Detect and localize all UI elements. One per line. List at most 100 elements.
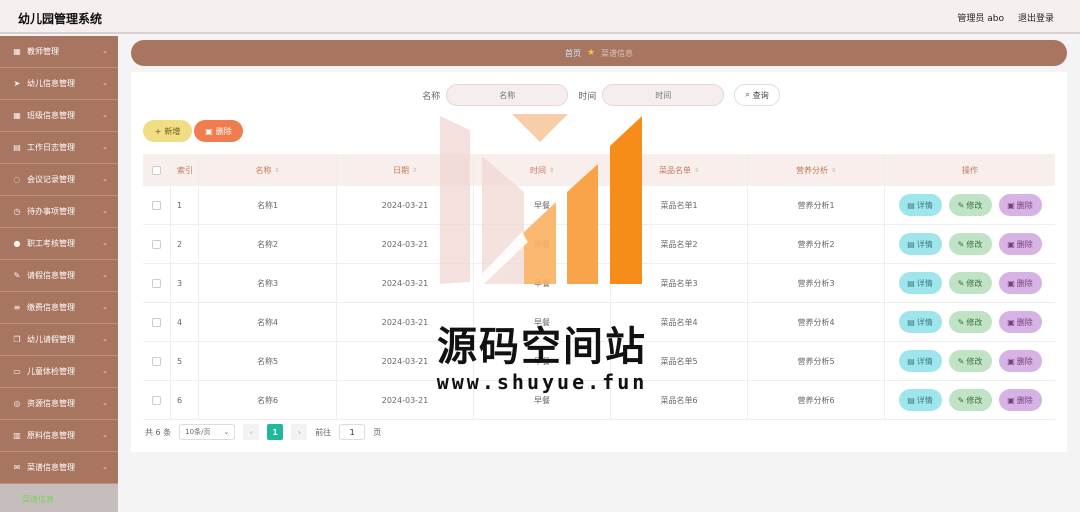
goto-page-input[interactable] xyxy=(339,424,366,440)
delete-button[interactable]: ▣ 删除 xyxy=(998,389,1042,411)
sidebar-item[interactable]: ◷ 待办事项管理 ⌄ xyxy=(0,196,118,228)
detail-button[interactable]: ▤ 详情 xyxy=(898,272,942,294)
edit-button[interactable]: ✎ 修改 xyxy=(948,233,992,255)
sidebar-item[interactable]: ❐ 幼儿请假管理 ⌄ xyxy=(0,324,118,356)
sidebar-item[interactable]: ▤ 工作日志管理 ⌄ xyxy=(0,132,118,164)
header-nutrition[interactable]: 营养分析 ⇕ xyxy=(748,154,885,186)
sidebar-item[interactable]: ● 职工考核管理 ⌄ xyxy=(0,228,118,260)
header-name[interactable]: 名称 ⇕ xyxy=(199,154,337,186)
row-checkbox[interactable] xyxy=(152,317,161,327)
trash-icon: ▣ xyxy=(205,126,213,136)
doc-icon: ▤ xyxy=(907,395,915,405)
detail-button[interactable]: ▤ 详情 xyxy=(898,311,942,333)
header-date[interactable]: 日期 ⇕ xyxy=(337,154,474,186)
name-search-input[interactable] xyxy=(446,84,569,106)
sidebar-item[interactable]: ▥ 原料信息管理 ⌄ xyxy=(0,420,118,452)
cell-menu: 菜品名单3 xyxy=(611,264,748,302)
cell-index: 4 xyxy=(171,303,199,341)
query-button-label: 查询 xyxy=(752,90,769,100)
sidebar-item[interactable]: ≡ 缴费信息管理 ⌄ xyxy=(0,292,118,324)
delete-button[interactable]: ▣ 删除 xyxy=(998,350,1042,372)
grid-icon: ▦ xyxy=(13,111,21,120)
cell-ops: ▤ 详情 ✎ 修改 ▣ 删除 xyxy=(885,303,1055,341)
name-label: 名称 xyxy=(422,91,441,102)
page-size-select[interactable]: 10条/页 ⌄ xyxy=(179,424,236,440)
mail-icon: ✉ xyxy=(13,463,21,472)
query-button[interactable]: ⌕ 查询 xyxy=(734,84,780,106)
cell-menu: 菜品名单2 xyxy=(611,225,748,263)
row-select-cell xyxy=(143,186,171,224)
edit-button[interactable]: ✎ 修改 xyxy=(948,350,992,372)
row-checkbox[interactable] xyxy=(152,356,161,366)
header-time[interactable]: 时间 ⇕ xyxy=(474,154,611,186)
detail-button[interactable]: ▤ 详情 xyxy=(898,233,942,255)
table-row: 1 名称1 2024-03-21 早餐 菜品名单1 营养分析1 ▤ 详情 ✎ 修改 ▣ 删除 xyxy=(143,186,1055,225)
header-menu[interactable]: 菜品名单 ⇕ xyxy=(611,154,748,186)
doc-icon: ▤ xyxy=(907,356,915,366)
add-button[interactable]: + 新增 xyxy=(143,120,192,142)
cell-nutrition: 营养分析3 xyxy=(748,264,885,302)
edit-button[interactable]: ✎ 修改 xyxy=(948,272,992,294)
prev-page-button[interactable]: ‹ xyxy=(243,424,260,440)
edit-button[interactable]: ✎ 修改 xyxy=(948,194,992,216)
cell-nutrition: 营养分析4 xyxy=(748,303,885,341)
cell-index: 5 xyxy=(171,342,199,380)
select-all-cell xyxy=(143,154,171,186)
delete-button[interactable]: ▣ 删除 xyxy=(998,272,1042,294)
plus-icon: + xyxy=(154,126,162,136)
select-all-checkbox[interactable] xyxy=(152,165,161,175)
batch-delete-button[interactable]: ▣ 删除 xyxy=(194,120,243,142)
sidebar-item[interactable]: ✎ 请假信息管理 ⌄ xyxy=(0,260,118,292)
edit-button[interactable]: ✎ 修改 xyxy=(948,389,992,411)
main-panel: 名称 时间 ⌕ 查询 + 新增 ▣ 删除 索引 名称⇕ 日期⇕ 时间⇕ 菜品名单… xyxy=(131,72,1067,452)
user-area: 管理员 abo 退出登录 xyxy=(957,11,1054,24)
watermark-url: www.shuyue.fun xyxy=(436,370,648,394)
sidebar-item-label: 待办事项管理 xyxy=(27,207,75,216)
detail-button[interactable]: ▤ 详情 xyxy=(898,350,942,372)
edit-label: 修改 xyxy=(966,278,983,288)
header-time-label: 时间 xyxy=(529,165,546,175)
header-index: 索引 xyxy=(171,154,199,186)
page-number-1[interactable]: 1 xyxy=(267,424,284,440)
row-checkbox[interactable] xyxy=(152,200,161,210)
sidebar-item[interactable]: ➤ 幼儿信息管理 ⌄ xyxy=(0,68,118,100)
edit-icon: ✎ xyxy=(13,271,21,280)
header-nutrition-label: 营养分析 xyxy=(795,165,828,175)
sidebar-item[interactable]: ◌ 会议记录管理 ⌄ xyxy=(0,164,118,196)
detail-button[interactable]: ▤ 详情 xyxy=(898,389,942,411)
table-row: 3 名称3 2024-03-21 早餐 菜品名单3 营养分析3 ▤ 详情 ✎ 修改 ▣ 删除 xyxy=(143,264,1055,303)
logout-link[interactable]: 退出登录 xyxy=(1018,11,1054,24)
sidebar-item-label: 儿童体检管理 xyxy=(27,367,75,376)
detail-button[interactable]: ▤ 详情 xyxy=(898,194,942,216)
time-search-input[interactable] xyxy=(602,84,725,106)
chevron-down-icon: ⌄ xyxy=(102,239,108,247)
delete-label: 删除 xyxy=(1016,239,1033,249)
send-icon: ➤ xyxy=(13,79,21,88)
chevron-down-icon: ⌄ xyxy=(102,207,108,215)
doc-icon: ▤ xyxy=(907,278,915,288)
chevron-down-icon: ⌄ xyxy=(102,303,108,311)
delete-button[interactable]: ▣ 删除 xyxy=(998,233,1042,255)
time-label: 时间 xyxy=(578,91,597,102)
sidebar-item[interactable]: ▦ 班级信息管理 ⌄ xyxy=(0,100,118,132)
sidebar-subitem-active[interactable]: 菜谱信息 xyxy=(0,484,118,512)
chart-icon: ▥ xyxy=(13,431,21,440)
row-checkbox[interactable] xyxy=(152,278,161,288)
chevron-down-icon: ⌄ xyxy=(102,175,108,183)
pencil-icon: ✎ xyxy=(957,395,965,405)
delete-button[interactable]: ▣ 删除 xyxy=(998,194,1042,216)
sidebar-item[interactable]: ▭ 儿童体检管理 ⌄ xyxy=(0,356,118,388)
row-checkbox[interactable] xyxy=(152,395,161,405)
sidebar-item[interactable]: ▦ 教师管理 ⌄ xyxy=(0,36,118,68)
breadcrumb-home[interactable]: 首页 xyxy=(565,48,581,59)
app-title: 幼儿园管理系统 xyxy=(18,12,103,26)
sidebar-item[interactable]: ◎ 资源信息管理 ⌄ xyxy=(0,388,118,420)
next-page-button[interactable]: › xyxy=(291,424,308,440)
delete-button[interactable]: ▣ 删除 xyxy=(998,311,1042,333)
cell-ops: ▤ 详情 ✎ 修改 ▣ 删除 xyxy=(885,225,1055,263)
row-checkbox[interactable] xyxy=(152,239,161,249)
edit-button[interactable]: ✎ 修改 xyxy=(948,311,992,333)
delete-label: 删除 xyxy=(1016,278,1033,288)
sidebar-item[interactable]: ✉ 菜谱信息管理 ⌄ xyxy=(0,452,118,484)
delete-label: 删除 xyxy=(1016,356,1033,366)
